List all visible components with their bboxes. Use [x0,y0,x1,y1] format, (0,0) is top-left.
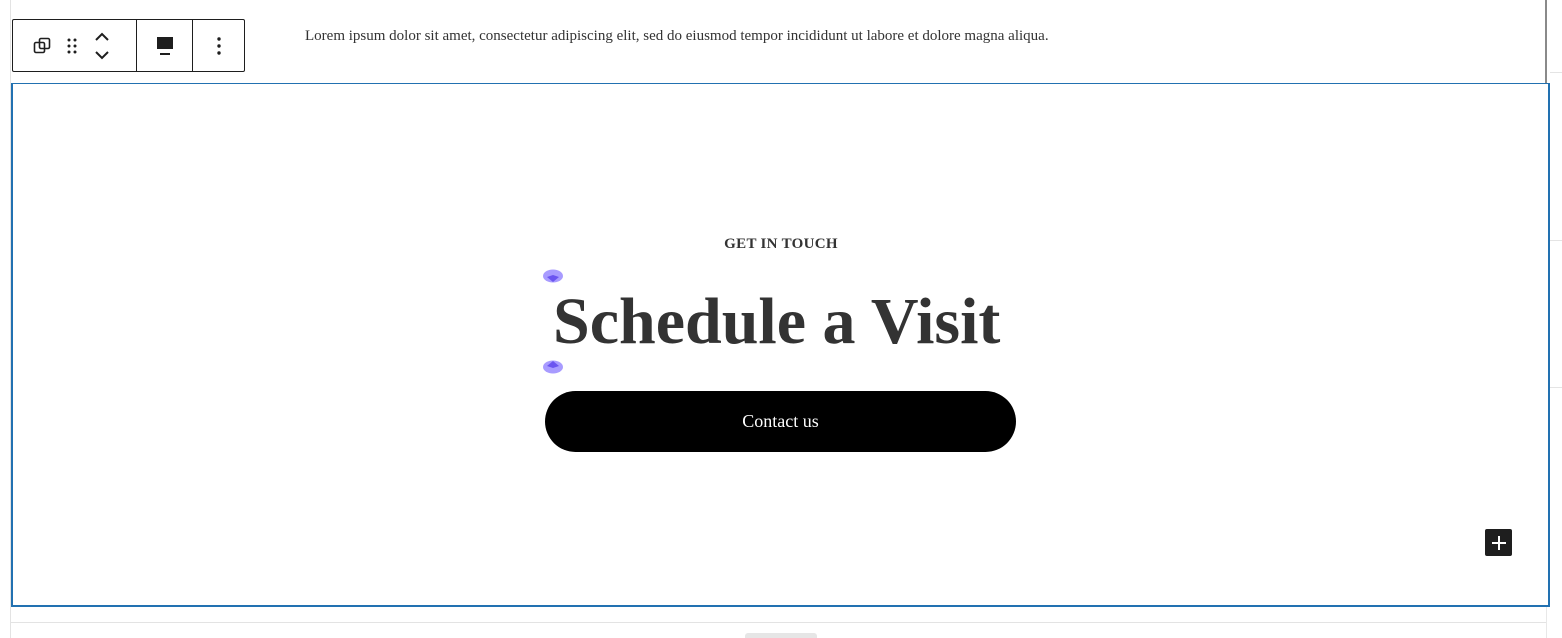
plus-icon [1491,535,1506,550]
toolbar-group-block [13,20,136,71]
eyebrow-text[interactable]: GET IN TOUCH [0,236,1562,253]
page-heading[interactable]: Schedule a Visit [553,283,1000,361]
align-button[interactable] [150,26,180,66]
drag-handle-icon [67,38,77,53]
drag-handle-button[interactable] [57,26,87,66]
contact-us-button[interactable]: Contact us [545,391,1016,452]
selection-start-handle-icon[interactable] [543,269,563,283]
divider-tick [1550,387,1562,388]
next-block-handle[interactable] [745,633,817,638]
block-divider [11,622,1546,623]
add-block-button[interactable] [1485,529,1512,556]
toolbar-group-align [136,20,192,71]
more-options-button[interactable] [204,26,234,66]
block-toolbar [12,19,245,72]
copy-icon [33,37,51,53]
selection-end-handle-icon[interactable] [543,360,563,374]
toolbar-group-more [192,20,244,71]
more-options-icon [216,36,221,55]
move-up-down-icon [95,32,109,59]
editor-canvas: Lorem ipsum dolor sit amet, consectetur … [0,0,1562,638]
intro-paragraph[interactable]: Lorem ipsum dolor sit amet, consectetur … [305,28,1049,45]
copy-button[interactable] [27,26,57,66]
move-up-down-button[interactable] [87,26,117,66]
align-icon [156,36,173,55]
divider-tick [1550,72,1562,73]
